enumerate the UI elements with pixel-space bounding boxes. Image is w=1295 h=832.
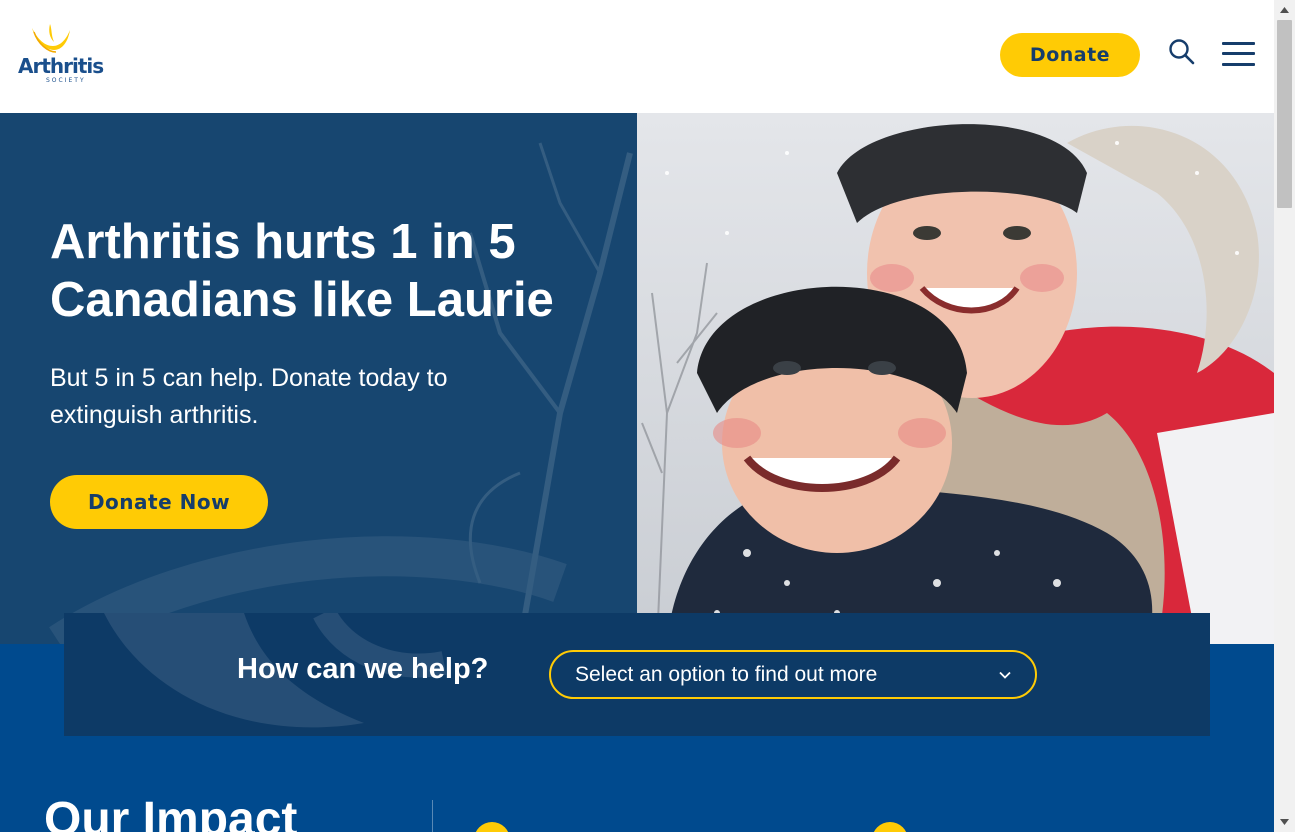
hamburger-menu-icon[interactable]	[1222, 40, 1256, 70]
impact-title: Our Impact	[44, 793, 298, 832]
hero-panel: Arthritis hurts 1 in 5 Canadians like La…	[0, 113, 637, 644]
scroll-up-arrow-icon[interactable]	[1274, 0, 1295, 20]
hero-photo-mother-and-son-in-snow	[637, 113, 1274, 644]
how-can-we-help-panel: How can we help? Select an option to fin…	[64, 613, 1210, 736]
search-icon[interactable]	[1168, 38, 1196, 66]
scroll-down-arrow-icon[interactable]	[1274, 812, 1295, 832]
help-heading: How can we help?	[237, 653, 489, 685]
impact-divider	[432, 800, 433, 832]
header-donate-button[interactable]: Donate	[1000, 33, 1140, 77]
logo-subtext: SOCIETY	[46, 77, 86, 84]
donate-now-button[interactable]: Donate Now	[50, 475, 268, 529]
chevron-down-icon	[999, 671, 1011, 679]
logo-flame-icon	[32, 24, 70, 53]
hero-photo-illustration	[637, 113, 1274, 644]
hero-title: Arthritis hurts 1 in 5 Canadians like La…	[50, 215, 554, 327]
hero-subtitle: But 5 in 5 can help. Donate today to ext…	[50, 364, 448, 429]
logo-wordmark: Arthritis	[18, 54, 104, 78]
help-dropdown-value: Select an option to find out more	[575, 662, 878, 686]
page: Arthritis SOCIETY Donate Arthritis hurts…	[0, 0, 1295, 832]
impact-stat-icon	[872, 822, 908, 832]
site-header: Arthritis SOCIETY Donate	[0, 0, 1274, 113]
page-scrollbar[interactable]	[1274, 0, 1295, 832]
help-option-dropdown[interactable]: Select an option to find out more	[549, 650, 1037, 699]
impact-stat-icon	[474, 822, 510, 832]
arthritis-society-logo[interactable]: Arthritis SOCIETY	[18, 24, 110, 88]
scrollbar-thumb[interactable]	[1277, 20, 1292, 208]
